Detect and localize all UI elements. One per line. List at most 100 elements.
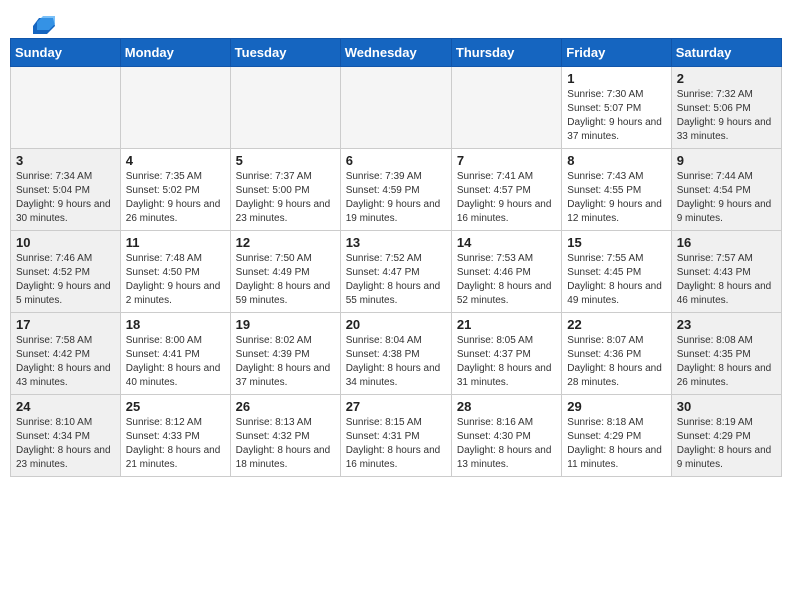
day-cell: 19 Sunrise: 8:02 AM Sunset: 4:39 PM Dayli… <box>230 313 340 395</box>
day-info: Sunrise: 8:15 AM Sunset: 4:31 PM Dayligh… <box>346 416 446 472</box>
day-cell: 13 Sunrise: 7:52 AM Sunset: 4:47 PM Dayli… <box>340 231 451 313</box>
week-row-5: 24 Sunrise: 8:10 AM Sunset: 4:34 PM Dayli… <box>11 395 782 477</box>
day-cell: 6 Sunrise: 7:39 AM Sunset: 4:59 PM Daylig… <box>340 149 451 231</box>
weekday-header-row: SundayMondayTuesdayWednesdayThursdayFrid… <box>11 39 782 67</box>
day-info: Sunrise: 7:53 AM Sunset: 4:46 PM Dayligh… <box>457 252 556 308</box>
day-info: Sunrise: 7:37 AM Sunset: 5:00 PM Dayligh… <box>236 170 335 226</box>
day-number: 15 <box>567 235 665 250</box>
day-number: 18 <box>126 317 225 332</box>
day-info: Sunrise: 7:30 AM Sunset: 5:07 PM Dayligh… <box>567 88 665 144</box>
day-info: Sunrise: 7:41 AM Sunset: 4:57 PM Dayligh… <box>457 170 556 226</box>
day-cell: 24 Sunrise: 8:10 AM Sunset: 4:34 PM Dayli… <box>11 395 121 477</box>
day-cell: 15 Sunrise: 7:55 AM Sunset: 4:45 PM Dayli… <box>562 231 671 313</box>
day-info: Sunrise: 7:55 AM Sunset: 4:45 PM Dayligh… <box>567 252 665 308</box>
page-header <box>10 0 782 38</box>
day-cell: 7 Sunrise: 7:41 AM Sunset: 4:57 PM Daylig… <box>451 149 561 231</box>
day-number: 7 <box>457 153 556 168</box>
day-number: 26 <box>236 399 335 414</box>
day-number: 29 <box>567 399 665 414</box>
day-info: Sunrise: 7:48 AM Sunset: 4:50 PM Dayligh… <box>126 252 225 308</box>
day-number: 27 <box>346 399 446 414</box>
day-number: 24 <box>16 399 115 414</box>
day-cell <box>230 67 340 149</box>
day-info: Sunrise: 8:07 AM Sunset: 4:36 PM Dayligh… <box>567 334 665 390</box>
day-cell: 27 Sunrise: 8:15 AM Sunset: 4:31 PM Dayli… <box>340 395 451 477</box>
day-number: 21 <box>457 317 556 332</box>
day-info: Sunrise: 7:57 AM Sunset: 4:43 PM Dayligh… <box>677 252 776 308</box>
day-number: 8 <box>567 153 665 168</box>
weekday-header-tuesday: Tuesday <box>230 39 340 67</box>
day-number: 30 <box>677 399 776 414</box>
weekday-header-monday: Monday <box>120 39 230 67</box>
day-number: 28 <box>457 399 556 414</box>
day-info: Sunrise: 7:34 AM Sunset: 5:04 PM Dayligh… <box>16 170 115 226</box>
week-row-2: 3 Sunrise: 7:34 AM Sunset: 5:04 PM Daylig… <box>11 149 782 231</box>
day-number: 6 <box>346 153 446 168</box>
day-info: Sunrise: 7:39 AM Sunset: 4:59 PM Dayligh… <box>346 170 446 226</box>
weekday-header-thursday: Thursday <box>451 39 561 67</box>
day-number: 2 <box>677 71 776 86</box>
day-cell: 14 Sunrise: 7:53 AM Sunset: 4:46 PM Dayli… <box>451 231 561 313</box>
day-number: 12 <box>236 235 335 250</box>
day-cell: 10 Sunrise: 7:46 AM Sunset: 4:52 PM Dayli… <box>11 231 121 313</box>
day-cell: 5 Sunrise: 7:37 AM Sunset: 5:00 PM Daylig… <box>230 149 340 231</box>
weekday-header-saturday: Saturday <box>671 39 781 67</box>
day-number: 19 <box>236 317 335 332</box>
day-number: 13 <box>346 235 446 250</box>
day-cell: 3 Sunrise: 7:34 AM Sunset: 5:04 PM Daylig… <box>11 149 121 231</box>
week-row-4: 17 Sunrise: 7:58 AM Sunset: 4:42 PM Dayli… <box>11 313 782 395</box>
day-info: Sunrise: 8:08 AM Sunset: 4:35 PM Dayligh… <box>677 334 776 390</box>
day-cell <box>451 67 561 149</box>
weekday-header-sunday: Sunday <box>11 39 121 67</box>
day-cell <box>120 67 230 149</box>
calendar: SundayMondayTuesdayWednesdayThursdayFrid… <box>10 38 782 477</box>
day-info: Sunrise: 7:35 AM Sunset: 5:02 PM Dayligh… <box>126 170 225 226</box>
day-number: 11 <box>126 235 225 250</box>
day-cell: 11 Sunrise: 7:48 AM Sunset: 4:50 PM Dayli… <box>120 231 230 313</box>
day-number: 14 <box>457 235 556 250</box>
day-number: 20 <box>346 317 446 332</box>
day-info: Sunrise: 8:00 AM Sunset: 4:41 PM Dayligh… <box>126 334 225 390</box>
day-info: Sunrise: 7:44 AM Sunset: 4:54 PM Dayligh… <box>677 170 776 226</box>
day-cell: 21Sunrise: 8:05 AM Sunset: 4:37 PM Dayli… <box>451 313 561 395</box>
day-info: Sunrise: 8:02 AM Sunset: 4:39 PM Dayligh… <box>236 334 335 390</box>
day-info: Sunrise: 7:50 AM Sunset: 4:49 PM Dayligh… <box>236 252 335 308</box>
day-info: Sunrise: 7:52 AM Sunset: 4:47 PM Dayligh… <box>346 252 446 308</box>
day-info: Sunrise: 7:43 AM Sunset: 4:55 PM Dayligh… <box>567 170 665 226</box>
day-info: Sunrise: 7:46 AM Sunset: 4:52 PM Dayligh… <box>16 252 115 308</box>
day-cell: 25 Sunrise: 8:12 AM Sunset: 4:33 PM Dayli… <box>120 395 230 477</box>
day-info: Sunrise: 8:13 AM Sunset: 4:32 PM Dayligh… <box>236 416 335 472</box>
day-number: 9 <box>677 153 776 168</box>
day-number: 1 <box>567 71 665 86</box>
day-info: Sunrise: 8:04 AM Sunset: 4:38 PM Dayligh… <box>346 334 446 390</box>
day-number: 25 <box>126 399 225 414</box>
day-number: 4 <box>126 153 225 168</box>
day-number: 16 <box>677 235 776 250</box>
day-cell: 12 Sunrise: 7:50 AM Sunset: 4:49 PM Dayli… <box>230 231 340 313</box>
day-cell: 16 Sunrise: 7:57 AM Sunset: 4:43 PM Dayli… <box>671 231 781 313</box>
day-cell: 26 Sunrise: 8:13 AM Sunset: 4:32 PM Dayli… <box>230 395 340 477</box>
day-cell: 23Sunrise: 8:08 AM Sunset: 4:35 PM Dayli… <box>671 313 781 395</box>
day-cell: 18 Sunrise: 8:00 AM Sunset: 4:41 PM Dayli… <box>120 313 230 395</box>
day-cell: 29Sunrise: 8:18 AM Sunset: 4:29 PM Dayli… <box>562 395 671 477</box>
day-number: 5 <box>236 153 335 168</box>
day-cell: 30 Sunrise: 8:19 AM Sunset: 4:29 PM Dayli… <box>671 395 781 477</box>
day-number: 22 <box>567 317 665 332</box>
weekday-header-friday: Friday <box>562 39 671 67</box>
day-cell: 17 Sunrise: 7:58 AM Sunset: 4:42 PM Dayli… <box>11 313 121 395</box>
day-cell: 28Sunrise: 8:16 AM Sunset: 4:30 PM Dayli… <box>451 395 561 477</box>
day-cell: 4 Sunrise: 7:35 AM Sunset: 5:02 PM Daylig… <box>120 149 230 231</box>
day-number: 17 <box>16 317 115 332</box>
day-info: Sunrise: 7:32 AM Sunset: 5:06 PM Dayligh… <box>677 88 776 144</box>
day-info: Sunrise: 8:12 AM Sunset: 4:33 PM Dayligh… <box>126 416 225 472</box>
day-number: 3 <box>16 153 115 168</box>
week-row-3: 10 Sunrise: 7:46 AM Sunset: 4:52 PM Dayli… <box>11 231 782 313</box>
day-cell: 22 Sunrise: 8:07 AM Sunset: 4:36 PM Dayli… <box>562 313 671 395</box>
day-info: Sunrise: 8:10 AM Sunset: 4:34 PM Dayligh… <box>16 416 115 472</box>
week-row-1: 1 Sunrise: 7:30 AM Sunset: 5:07 PM Daylig… <box>11 67 782 149</box>
day-number: 10 <box>16 235 115 250</box>
day-cell: 1 Sunrise: 7:30 AM Sunset: 5:07 PM Daylig… <box>562 67 671 149</box>
day-info: Sunrise: 8:19 AM Sunset: 4:29 PM Dayligh… <box>677 416 776 472</box>
day-info: Sunrise: 7:58 AM Sunset: 4:42 PM Dayligh… <box>16 334 115 390</box>
day-cell: 9 Sunrise: 7:44 AM Sunset: 4:54 PM Daylig… <box>671 149 781 231</box>
